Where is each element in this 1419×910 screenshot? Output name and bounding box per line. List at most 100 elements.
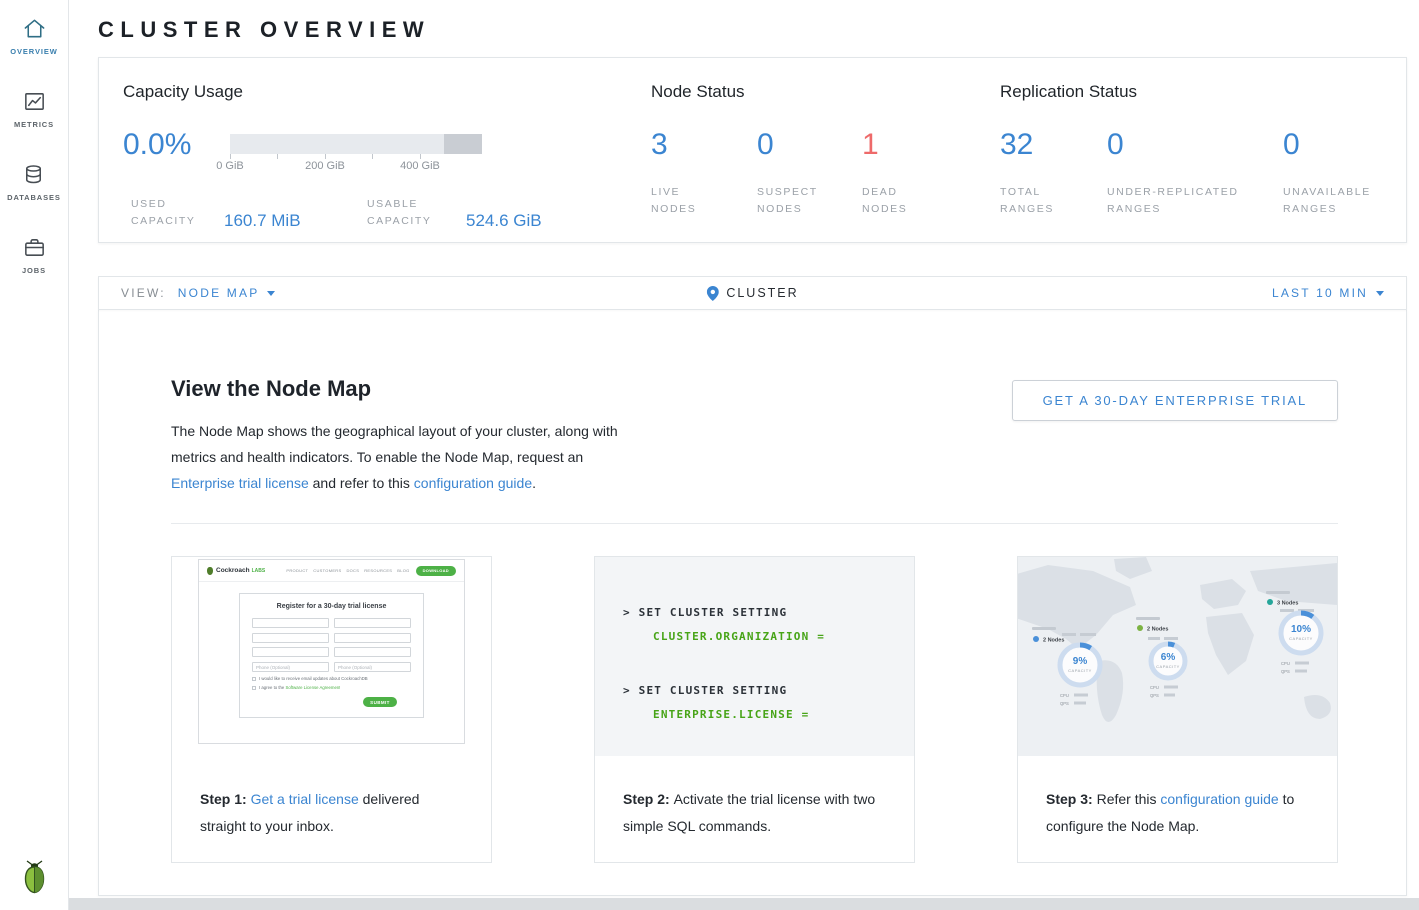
live-nodes-value: 3 bbox=[651, 128, 757, 162]
total-ranges-label: TOTAL RANGES bbox=[1000, 184, 1107, 218]
usable-capacity-value: 524.6 GiB bbox=[466, 211, 542, 230]
usable-capacity-label: USABLE CAPACITY bbox=[367, 196, 466, 230]
svg-text:QPS: QPS bbox=[1060, 701, 1069, 706]
svg-text:CPU: CPU bbox=[1281, 661, 1290, 666]
sidebar-item-jobs[interactable]: JOBS bbox=[22, 235, 47, 275]
svg-text:CPU: CPU bbox=[1060, 693, 1069, 698]
svg-text:2 Nodes: 2 Nodes bbox=[1147, 627, 1168, 633]
mini-site-brand: Cockroach bbox=[216, 567, 250, 574]
suspect-nodes-label: SUSPECT NODES bbox=[757, 184, 862, 218]
capacity-usage-bar: 0 GiB 200 GiB 400 GiB bbox=[230, 128, 482, 186]
line-chart-icon bbox=[22, 89, 47, 114]
view-label: VIEW: bbox=[121, 286, 166, 300]
replication-status-section: Replication Status 32 TOTAL RANGES 0 UND… bbox=[1000, 82, 1382, 218]
node-map-preview: 2 Nodes 2 Nodes 3 Nodes bbox=[1018, 557, 1337, 756]
svg-text:CPU: CPU bbox=[1150, 685, 1159, 690]
node-status-title: Node Status bbox=[651, 82, 1000, 102]
step-1-card: Cockroach LABS PRODUCT CUSTOMERS DOCS RE… bbox=[171, 556, 492, 863]
under-replicated-ranges-label: UNDER-REPLICATED RANGES bbox=[1107, 184, 1283, 218]
cockroachdb-logo bbox=[0, 860, 68, 896]
live-nodes-stat: 3 LIVE NODES bbox=[651, 128, 757, 218]
setup-steps: Cockroach LABS PRODUCT CUSTOMERS DOCS RE… bbox=[171, 556, 1338, 863]
briefcase-icon bbox=[22, 235, 47, 260]
sidebar-item-label: JOBS bbox=[22, 266, 46, 275]
time-range-selector[interactable]: LAST 10 MIN bbox=[1272, 286, 1384, 300]
step-3-card: 2 Nodes 2 Nodes 3 Nodes bbox=[1017, 556, 1338, 863]
cluster-summary-card: Capacity Usage 0.0% 0 GiB 200 GiB bbox=[98, 57, 1407, 243]
configuration-guide-link[interactable]: configuration guide bbox=[1160, 791, 1278, 807]
svg-text:2 Nodes: 2 Nodes bbox=[1043, 638, 1064, 644]
under-replicated-ranges-value: 0 bbox=[1107, 128, 1283, 162]
svg-text:9%: 9% bbox=[1073, 656, 1088, 667]
node-map-description: The Node Map shows the geographical layo… bbox=[171, 418, 1338, 496]
trial-signup-screenshot: Cockroach LABS PRODUCT CUSTOMERS DOCS RE… bbox=[172, 557, 491, 756]
node-map-panel: View the Node Map The Node Map shows the… bbox=[98, 310, 1407, 896]
section-divider bbox=[171, 523, 1338, 524]
capacity-usage-section: Capacity Usage 0.0% 0 GiB 200 GiB bbox=[123, 82, 651, 218]
cluster-breadcrumb: CLUSTER bbox=[706, 286, 798, 301]
capacity-used-percent: 0.0% bbox=[123, 128, 230, 186]
enterprise-trial-button[interactable]: GET A 30-DAY ENTERPRISE TRIAL bbox=[1012, 380, 1338, 421]
svg-text:CAPACITY: CAPACITY bbox=[1156, 664, 1180, 669]
unavailable-ranges-label: UNAVAILABLE RANGES bbox=[1283, 184, 1371, 218]
svg-text:10%: 10% bbox=[1291, 624, 1311, 635]
configuration-guide-link[interactable]: configuration guide bbox=[414, 475, 532, 491]
chevron-down-icon bbox=[267, 291, 275, 296]
database-icon bbox=[21, 162, 46, 187]
get-trial-license-link[interactable]: Get a trial license bbox=[251, 791, 359, 807]
unavailable-ranges-value: 0 bbox=[1283, 128, 1371, 162]
live-nodes-label: LIVE NODES bbox=[651, 184, 757, 218]
used-capacity-value: 160.7 MiB bbox=[224, 211, 367, 230]
cockroach-bug-icon bbox=[21, 860, 48, 896]
svg-text:QPS: QPS bbox=[1281, 669, 1290, 674]
location-pin-icon bbox=[706, 286, 718, 301]
suspect-nodes-value: 0 bbox=[757, 128, 862, 162]
node-status-section: Node Status 3 LIVE NODES 0 SUSPECT NODE bbox=[651, 82, 1000, 218]
sidebar-item-label: METRICS bbox=[14, 120, 54, 129]
mini-trial-form: Register for a 30-day trial license Phon… bbox=[239, 593, 424, 718]
step-2-caption: Step 2: Activate the trial license with … bbox=[595, 756, 914, 840]
view-selector-dropdown[interactable]: VIEW: NODE MAP bbox=[121, 286, 275, 300]
suspect-nodes-stat: 0 SUSPECT NODES bbox=[757, 128, 862, 218]
mini-site-brand-suffix: LABS bbox=[252, 568, 266, 574]
dead-nodes-stat: 1 DEAD NODES bbox=[862, 128, 907, 218]
cluster-breadcrumb-label: CLUSTER bbox=[726, 286, 798, 300]
sidebar-item-metrics[interactable]: METRICS bbox=[14, 89, 54, 129]
capacity-tick-label: 200 GiB bbox=[305, 160, 345, 172]
dead-nodes-value: 1 bbox=[862, 128, 907, 162]
sidebar-item-label: OVERVIEW bbox=[10, 47, 58, 56]
app-window: OVERVIEW METRICS DATABASES JOBS bbox=[0, 0, 1419, 910]
capacity-usage-title: Capacity Usage bbox=[123, 82, 651, 102]
step-2-card: > SET CLUSTER SETTING CLUSTER.ORGANIZATI… bbox=[594, 556, 915, 863]
svg-text:3 Nodes: 3 Nodes bbox=[1277, 601, 1298, 607]
chevron-down-icon bbox=[1376, 291, 1384, 296]
sidebar: OVERVIEW METRICS DATABASES JOBS bbox=[0, 0, 69, 910]
step-3-caption: Step 3: Refer this configuration guide t… bbox=[1018, 756, 1337, 840]
mini-download-button: DOWNLOAD bbox=[416, 566, 456, 576]
capacity-tick-label: 0 GiB bbox=[216, 160, 244, 172]
total-ranges-stat: 32 TOTAL RANGES bbox=[1000, 128, 1107, 218]
page-title: CLUSTER OVERVIEW bbox=[98, 17, 1407, 43]
home-icon bbox=[22, 16, 47, 41]
dead-nodes-label: DEAD NODES bbox=[862, 184, 907, 218]
total-ranges-value: 32 bbox=[1000, 128, 1107, 162]
step-1-caption: Step 1: Get a trial license delivered st… bbox=[172, 756, 491, 840]
sidebar-item-label: DATABASES bbox=[7, 193, 61, 202]
unavailable-ranges-stat: 0 UNAVAILABLE RANGES bbox=[1283, 128, 1371, 218]
enterprise-trial-license-link[interactable]: Enterprise trial license bbox=[171, 475, 309, 491]
under-replicated-ranges-stat: 0 UNDER-REPLICATED RANGES bbox=[1107, 128, 1283, 218]
view-toolbar: VIEW: NODE MAP CLUSTER LAST 10 MIN bbox=[98, 276, 1407, 310]
sidebar-item-databases[interactable]: DATABASES bbox=[7, 162, 61, 202]
horizontal-scrollbar-track[interactable] bbox=[69, 898, 1419, 910]
view-selected-value: NODE MAP bbox=[178, 286, 260, 300]
sql-commands-snippet: > SET CLUSTER SETTING CLUSTER.ORGANIZATI… bbox=[595, 557, 914, 756]
svg-text:CAPACITY: CAPACITY bbox=[1068, 668, 1092, 673]
svg-text:QPS: QPS bbox=[1150, 693, 1159, 698]
mini-site-nav: PRODUCT CUSTOMERS DOCS RESOURCES BLOG bbox=[286, 568, 409, 573]
time-range-value: LAST 10 MIN bbox=[1272, 286, 1368, 300]
svg-text:CAPACITY: CAPACITY bbox=[1289, 636, 1313, 641]
capacity-bar-segment bbox=[444, 134, 482, 154]
svg-text:6%: 6% bbox=[1161, 652, 1176, 663]
main-content: CLUSTER OVERVIEW Capacity Usage 0.0% bbox=[69, 0, 1419, 910]
sidebar-item-overview[interactable]: OVERVIEW bbox=[10, 16, 58, 56]
